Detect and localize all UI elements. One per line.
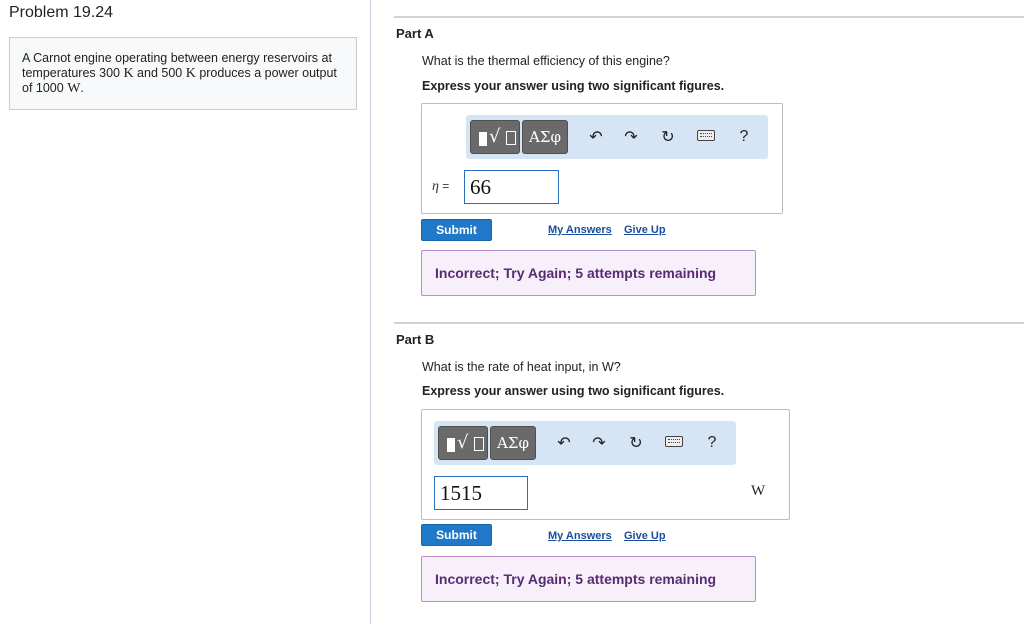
part-a-feedback: Incorrect; Try Again; 5 attempts remaini… [421,250,756,296]
part-a-label: Part A [396,26,434,41]
part-a-math-toolbar: √ ΑΣφ ↶ ↷ ↻ ? [466,115,768,159]
problem-title: Problem 19.24 [9,4,114,21]
radical-icon: √ [489,126,501,147]
unit-kelvin-1: K [123,66,134,81]
problem-panel: Problem 19.24 A Carnot engine operating … [0,0,371,624]
part-b-answer-input[interactable]: 1515 [434,476,528,510]
templates-button[interactable]: √ [438,426,488,460]
part-a-submit-button[interactable]: Submit [421,219,492,241]
keyboard-icon[interactable] [697,130,715,141]
unit-kelvin-2: K [185,66,196,81]
problem-text-2: and 500 [133,66,186,80]
help-button[interactable]: ? [702,433,722,453]
part-a-my-answers-link[interactable]: My Answers [548,224,612,236]
undo-icon[interactable]: ↶ [586,127,606,147]
greek-symbols-button[interactable]: ΑΣφ [522,120,568,154]
undo-icon[interactable]: ↶ [554,433,574,453]
unit-watt: W [67,81,81,96]
keyboard-icon[interactable] [665,436,683,447]
part-a-answer-input[interactable]: 66 [464,170,559,204]
part-b-question: What is the rate of heat input, in W? [422,360,621,374]
radical-icon: √ [457,432,469,453]
help-button[interactable]: ? [734,127,754,147]
part-b-submit-button[interactable]: Submit [421,524,492,546]
part-b-feedback: Incorrect; Try Again; 5 attempts remaini… [421,556,756,602]
part-b-give-up-link[interactable]: Give Up [624,530,666,542]
part-b-my-answers-link[interactable]: My Answers [548,530,612,542]
template-box-icon [474,437,484,451]
reset-icon[interactable]: ↻ [658,127,678,147]
problem-statement: A Carnot engine operating between energy… [9,37,357,110]
redo-icon[interactable]: ↷ [621,127,641,147]
greek-symbols-button[interactable]: ΑΣφ [490,426,536,460]
part-a-question: What is the thermal efficiency of this e… [422,54,670,68]
part-a-instruction: Express your answer using two significan… [422,79,725,93]
part-a-divider [394,16,1024,18]
template-box-icon [506,131,516,145]
part-b-label: Part B [396,332,435,347]
templates-button[interactable]: √ [470,120,520,154]
eta-label: η = [432,179,449,195]
reset-icon[interactable]: ↻ [626,433,646,453]
part-b-unit-label: W [751,483,766,499]
equals-sign: = [442,179,450,193]
problem-text-4: . [80,81,84,95]
part-a-answer-box: √ ΑΣφ ↶ ↷ ↻ ? η = 66 [421,103,783,214]
part-b-divider [394,322,1024,324]
part-b-instruction: Express your answer using two significan… [422,384,725,398]
redo-icon[interactable]: ↷ [589,433,609,453]
template-square-icon [447,438,455,452]
part-b-answer-box: √ ΑΣφ ↶ ↷ ↻ ? 1515 W [421,409,790,520]
template-square-icon [479,132,487,146]
part-a-give-up-link[interactable]: Give Up [624,224,666,236]
eta-symbol: η [432,179,439,194]
part-b-math-toolbar: √ ΑΣφ ↶ ↷ ↻ ? [434,421,736,465]
